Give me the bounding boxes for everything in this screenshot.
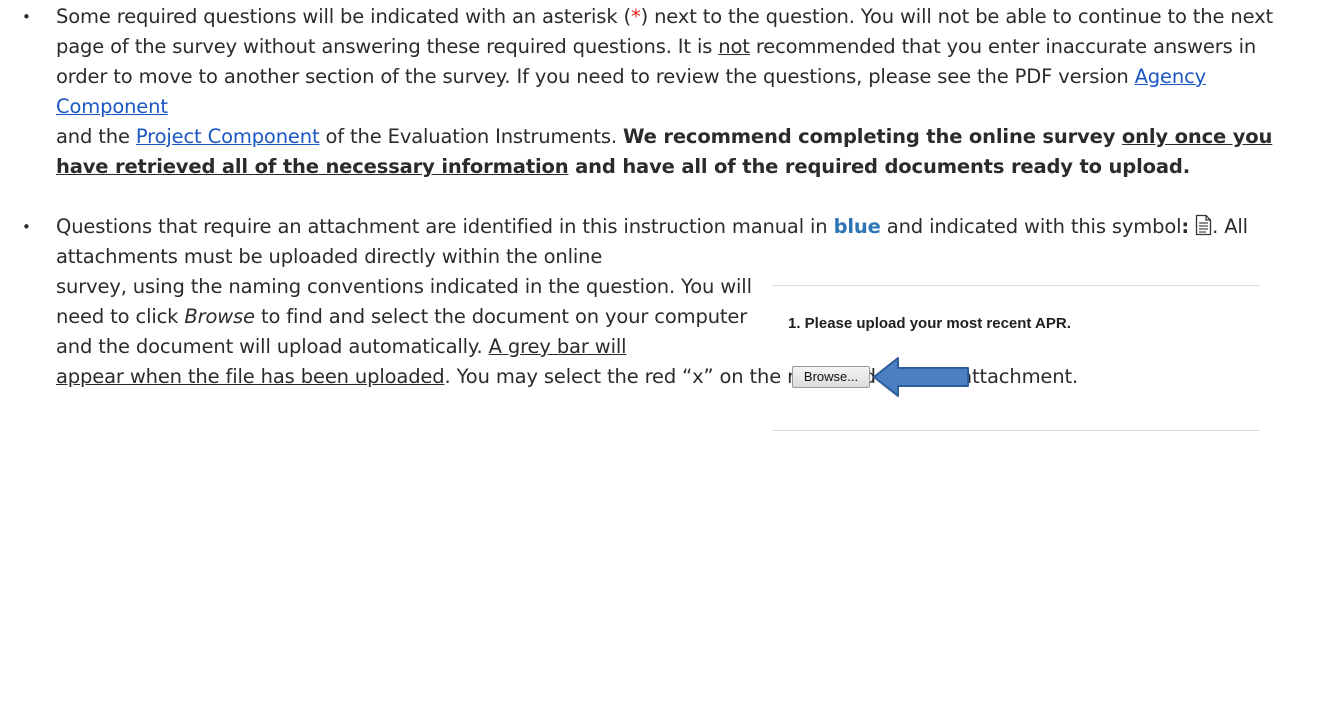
asterisk-symbol: * (630, 5, 641, 28)
left-arrow-icon (873, 357, 969, 397)
instruction-page: • Some required questions will be indica… (0, 0, 1321, 719)
bullet-marker: • (22, 8, 31, 26)
required-questions-bullet: • Some required questions will be indica… (22, 2, 1306, 182)
attachment-continued: survey, using the naming conventions ind… (56, 275, 752, 358)
grey-bar-emphasis: A grey bar will (488, 335, 627, 358)
browse-italic: Browse (184, 305, 255, 328)
attachment-paragraph: Questions that require an attachment are… (56, 214, 1248, 268)
project-component-link[interactable]: Project Component (136, 125, 320, 148)
grey-bar-emphasis-continued: appear when the file has been uploaded (56, 365, 445, 388)
bullet-marker: • (22, 218, 31, 236)
required-questions-paragraph: Some required questions will be indicate… (56, 5, 1273, 178)
not-emphasis: not (718, 35, 750, 58)
document-icon (1195, 214, 1212, 236)
upload-question-title: 1. Please upload your most recent APR. (788, 315, 1071, 332)
upload-screenshot-figure: 1. Please upload your most recent APR. B… (772, 284, 1260, 432)
figure-bottom-divider (772, 430, 1260, 431)
browse-button[interactable]: Browse... (792, 366, 870, 388)
figure-top-divider (772, 285, 1260, 286)
blue-keyword: blue (833, 215, 881, 238)
